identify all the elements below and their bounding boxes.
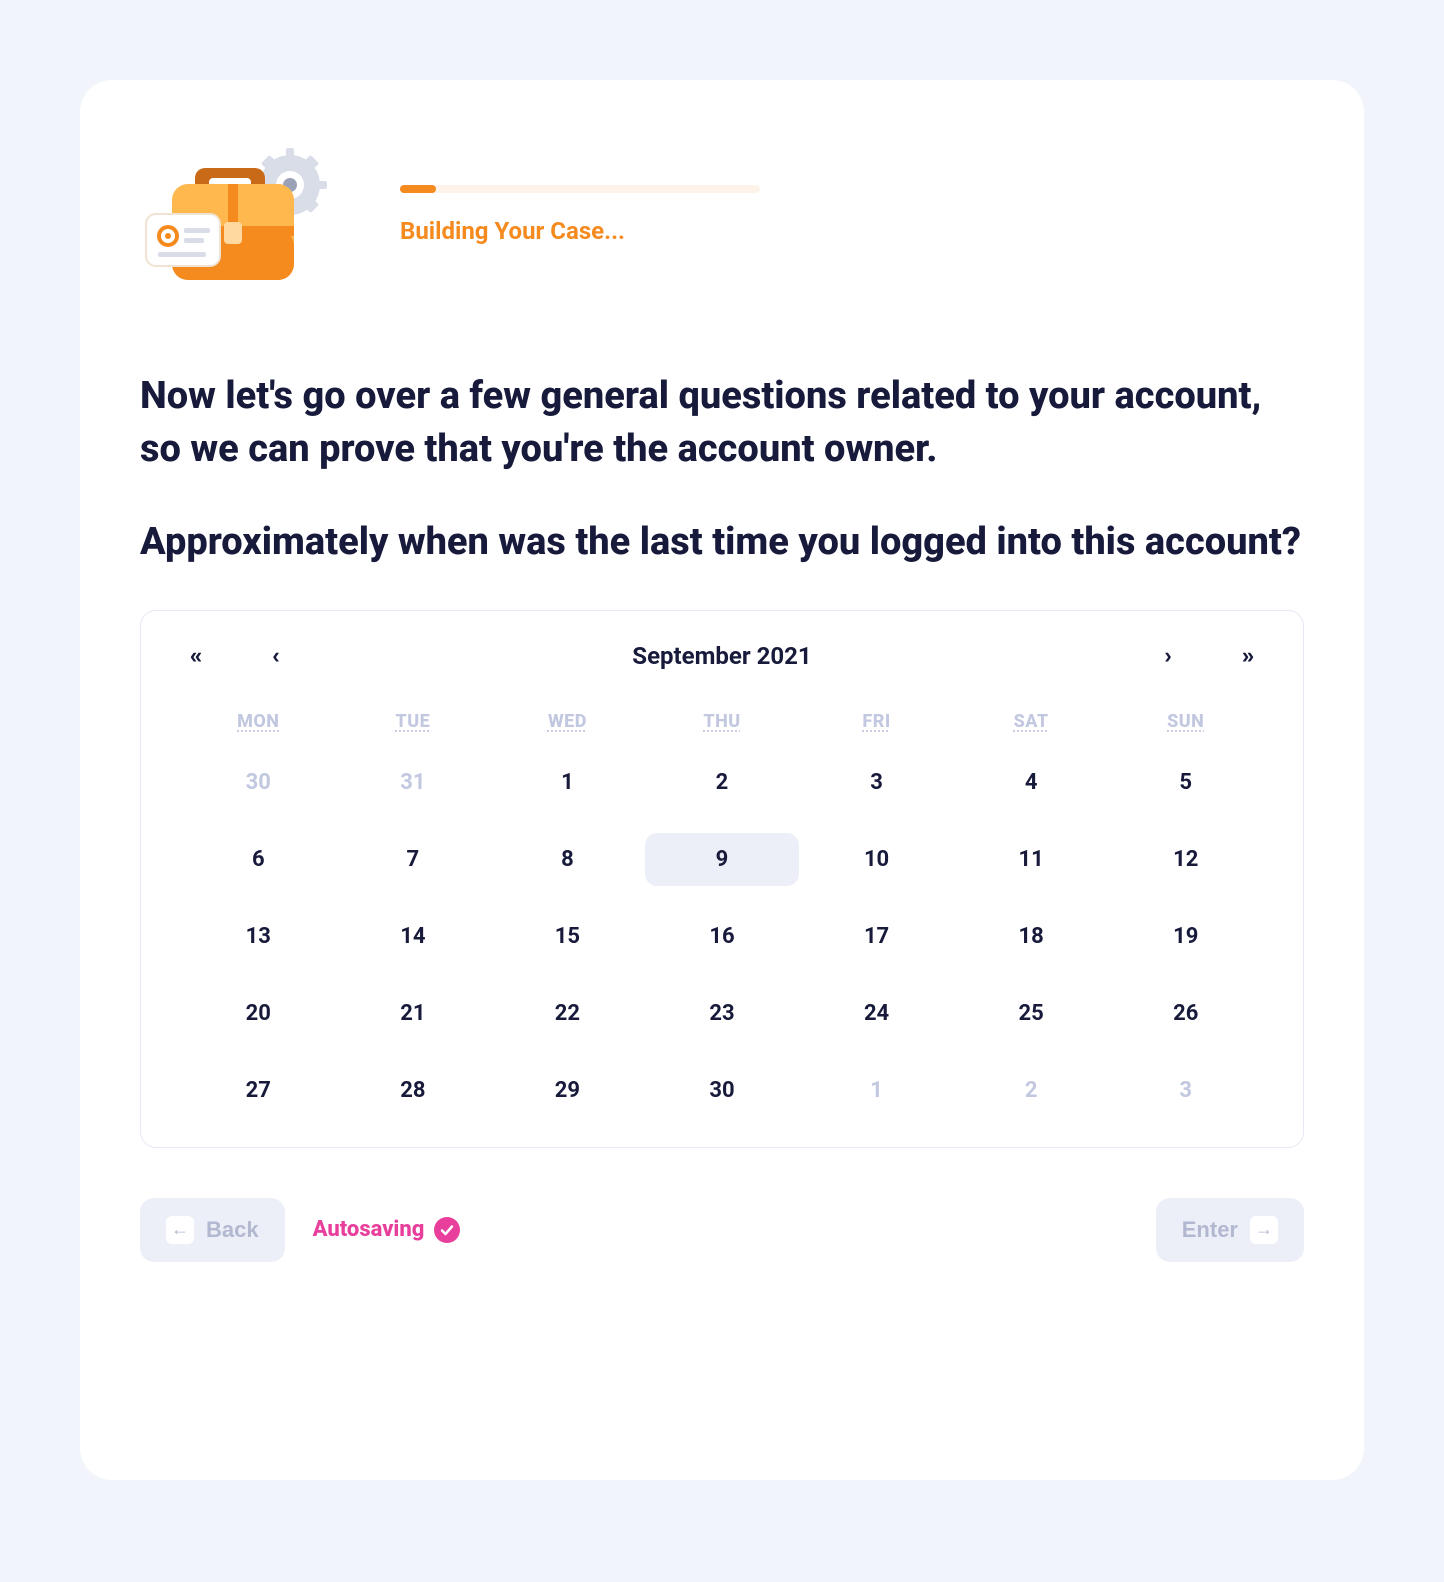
calendar-title: September 2021 — [632, 642, 811, 670]
calendar-nav: « ‹ September 2021 › » — [181, 641, 1263, 671]
intro-heading: Now let's go over a few general question… — [140, 370, 1304, 476]
calendar-day[interactable]: 18 — [954, 910, 1109, 963]
id-card-icon — [146, 214, 220, 266]
calendar-grid: MONTUEWEDTHUFRISATSUN3031123456789101112… — [181, 711, 1263, 1117]
check-icon — [434, 1217, 460, 1243]
arrow-left-icon: ← — [166, 1216, 194, 1244]
calendar-day[interactable]: 13 — [181, 910, 336, 963]
back-button[interactable]: ← Back — [140, 1198, 285, 1262]
calendar-day[interactable]: 26 — [1108, 987, 1263, 1040]
progress-fill — [400, 185, 436, 193]
day-of-week-header: SAT — [954, 711, 1109, 732]
calendar-day[interactable]: 5 — [1108, 756, 1263, 809]
enter-button[interactable]: Enter → — [1156, 1198, 1304, 1262]
progress-bar — [400, 185, 760, 193]
calendar-day[interactable]: 21 — [336, 987, 491, 1040]
day-of-week-header: MON — [181, 711, 336, 732]
progress-label: Building Your Case... — [400, 217, 1304, 245]
calendar-day[interactable]: 30 — [181, 756, 336, 809]
calendar-day[interactable]: 4 — [954, 756, 1109, 809]
calendar-day[interactable]: 30 — [645, 1064, 800, 1117]
autosave-status: Autosaving — [313, 1217, 461, 1243]
calendar-day[interactable]: 1 — [799, 1064, 954, 1117]
footer: ← Back Autosaving Enter → — [140, 1198, 1304, 1262]
day-of-week-header: THU — [645, 711, 800, 732]
calendar-day[interactable]: 10 — [799, 833, 954, 886]
question-heading: Approximately when was the last time you… — [140, 516, 1304, 569]
calendar-day[interactable]: 6 — [181, 833, 336, 886]
back-label: Back — [206, 1217, 259, 1243]
calendar-day[interactable]: 11 — [954, 833, 1109, 886]
form-card: Building Your Case... Now let's go over … — [80, 80, 1364, 1480]
prev-year-button[interactable]: « — [181, 641, 211, 671]
enter-label: Enter — [1182, 1217, 1238, 1243]
day-of-week-header: SUN — [1108, 711, 1263, 732]
briefcase-illustration — [140, 140, 340, 290]
calendar-day[interactable]: 2 — [954, 1064, 1109, 1117]
calendar-day[interactable]: 3 — [799, 756, 954, 809]
calendar-day[interactable]: 7 — [336, 833, 491, 886]
calendar-day[interactable]: 31 — [336, 756, 491, 809]
calendar-day[interactable]: 19 — [1108, 910, 1263, 963]
progress-section: Building Your Case... — [400, 185, 1304, 245]
calendar-day[interactable]: 25 — [954, 987, 1109, 1040]
calendar-day[interactable]: 3 — [1108, 1064, 1263, 1117]
calendar-day[interactable]: 16 — [645, 910, 800, 963]
calendar-day[interactable]: 2 — [645, 756, 800, 809]
day-of-week-header: TUE — [336, 711, 491, 732]
next-year-button[interactable]: » — [1233, 641, 1263, 671]
calendar-day[interactable]: 23 — [645, 987, 800, 1040]
calendar-day[interactable]: 15 — [490, 910, 645, 963]
calendar-day[interactable]: 14 — [336, 910, 491, 963]
day-of-week-header: FRI — [799, 711, 954, 732]
calendar-day[interactable]: 28 — [336, 1064, 491, 1117]
calendar-day[interactable]: 12 — [1108, 833, 1263, 886]
prev-month-button[interactable]: ‹ — [261, 641, 291, 671]
calendar-day[interactable]: 22 — [490, 987, 645, 1040]
day-of-week-header: WED — [490, 711, 645, 732]
calendar-day[interactable]: 27 — [181, 1064, 336, 1117]
calendar-day[interactable]: 29 — [490, 1064, 645, 1117]
calendar-day[interactable]: 8 — [490, 833, 645, 886]
calendar-day[interactable]: 9 — [645, 833, 800, 886]
autosave-label: Autosaving — [313, 1217, 425, 1242]
next-month-button[interactable]: › — [1153, 641, 1183, 671]
calendar-day[interactable]: 24 — [799, 987, 954, 1040]
header: Building Your Case... — [140, 140, 1304, 290]
arrow-right-icon: → — [1250, 1216, 1278, 1244]
calendar-day[interactable]: 17 — [799, 910, 954, 963]
calendar-day[interactable]: 20 — [181, 987, 336, 1040]
calendar: « ‹ September 2021 › » MONTUEWEDTHUFRISA… — [140, 610, 1304, 1148]
calendar-day[interactable]: 1 — [490, 756, 645, 809]
